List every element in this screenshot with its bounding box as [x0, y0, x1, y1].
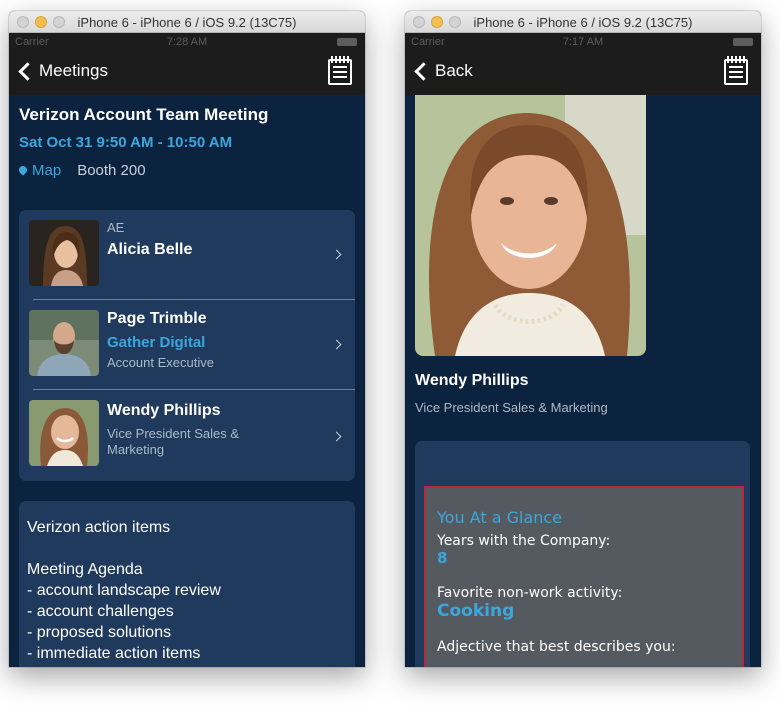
- meeting-notes-card: Verizon action items Meeting Agenda - ac…: [19, 501, 355, 667]
- chevron-left-icon: [414, 61, 433, 81]
- back-button[interactable]: Meetings: [17, 61, 108, 81]
- glance-answer: 8: [437, 549, 448, 567]
- chevron-right-icon: [331, 431, 342, 442]
- simulator-window-meetings: iPhone 6 - iPhone 6 / iOS 9.2 (13C75) Ca…: [9, 11, 365, 667]
- attendee-title-line2: Marketing: [107, 442, 165, 457]
- glance-answer: Cooking: [437, 601, 515, 621]
- attendee-name: Alicia Belle: [107, 241, 193, 258]
- status-time: 7:28 AM: [166, 36, 208, 48]
- glance-question: Favorite non-work activity:: [437, 585, 623, 601]
- profile-name: Wendy Phillips: [415, 372, 529, 389]
- meeting-time: Sat Oct 31 9:50 AM - 10:50 AM: [19, 134, 233, 151]
- map-link[interactable]: Map: [32, 162, 61, 179]
- status-bar: Carrier 7:17 AM: [405, 33, 761, 51]
- window-title: iPhone 6 - iPhone 6 / iOS 9.2 (13C75): [473, 15, 693, 30]
- glance-heading: You At a Glance: [437, 508, 563, 527]
- agenda-item: - proposed solutions: [27, 624, 172, 641]
- attendee-title: Account Executive: [107, 355, 214, 370]
- attendee-row-wendy[interactable]: Wendy Phillips Vice President Sales & Ma…: [19, 390, 355, 480]
- glance-card: You At a Glance Years with the Company: …: [415, 441, 750, 667]
- notes-heading: Verizon action items: [27, 519, 171, 536]
- battery-icon: [733, 38, 753, 46]
- agenda-item: - account challenges: [27, 603, 174, 620]
- attendee-row-page[interactable]: Page Trimble Gather Digital Account Exec…: [19, 300, 355, 390]
- glance-question: Years with the Company:: [437, 533, 611, 549]
- window-title: iPhone 6 - iPhone 6 / iOS 9.2 (13C75): [77, 15, 297, 30]
- attendees-card: AE Alicia Belle Page Trimble Gather Digi…: [19, 210, 355, 481]
- status-time: 7:17 AM: [562, 36, 604, 48]
- avatar: [29, 310, 99, 376]
- back-button-label: Back: [435, 61, 473, 80]
- navigation-bar: Meetings: [9, 51, 365, 95]
- avatar: [29, 220, 99, 286]
- meeting-title: Verizon Account Team Meeting: [19, 105, 269, 124]
- location-label: Booth 200: [77, 162, 146, 179]
- chevron-left-icon: [18, 61, 37, 81]
- location-row: Map Booth 200: [17, 162, 146, 179]
- back-button-label: Meetings: [39, 61, 108, 80]
- role-tag: AE: [107, 220, 125, 235]
- glance-question: Adjective that best describes you:: [437, 639, 676, 655]
- avatar: [29, 400, 99, 466]
- notebook-icon[interactable]: [328, 56, 352, 85]
- battery-icon: [337, 38, 357, 46]
- notebook-icon[interactable]: [724, 56, 748, 85]
- attendee-name: Page Trimble: [107, 310, 207, 327]
- status-bar: Carrier 7:28 AM: [9, 33, 365, 51]
- chevron-right-icon: [331, 249, 342, 260]
- window-titlebar: iPhone 6 - iPhone 6 / iOS 9.2 (13C75): [9, 11, 365, 33]
- navigation-bar: Back: [405, 51, 761, 95]
- chevron-right-icon: [331, 339, 342, 350]
- profile-title: Vice President Sales & Marketing: [415, 400, 608, 415]
- agenda-item: - immediate action items: [27, 645, 201, 662]
- glance-box: You At a Glance Years with the Company: …: [424, 486, 744, 667]
- attendee-title-line1: Vice President Sales &: [107, 426, 239, 441]
- attendee-name: Wendy Phillips: [107, 402, 221, 419]
- back-button[interactable]: Back: [413, 61, 473, 81]
- simulator-window-profile: iPhone 6 - iPhone 6 / iOS 9.2 (13C75) Ca…: [405, 11, 761, 667]
- attendee-row-alicia[interactable]: AE Alicia Belle: [19, 210, 355, 300]
- agenda-item: - account landscape review: [27, 582, 221, 599]
- map-pin-icon: [17, 163, 29, 176]
- attendee-company[interactable]: Gather Digital: [107, 334, 214, 351]
- profile-photo: [415, 95, 646, 356]
- profile-detail: Wendy Phillips Vice President Sales & Ma…: [405, 95, 761, 667]
- window-titlebar: iPhone 6 - iPhone 6 / iOS 9.2 (13C75): [405, 11, 761, 33]
- agenda-title: Meeting Agenda: [27, 561, 143, 578]
- meeting-detail: Verizon Account Team Meeting Sat Oct 31 …: [9, 95, 365, 667]
